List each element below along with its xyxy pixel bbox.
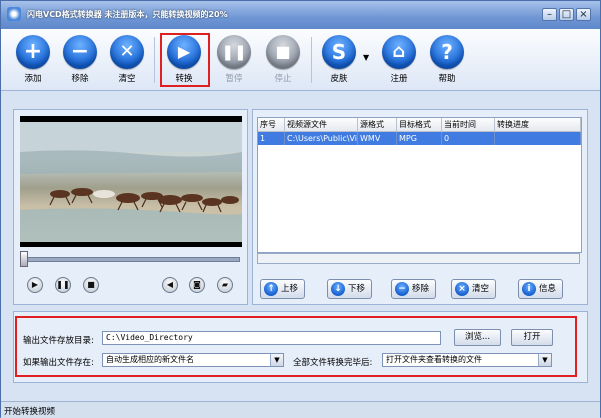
cell-index: 1 — [258, 131, 285, 145]
add-button[interactable]: + 添加 — [13, 33, 53, 88]
clear-label: 清空 — [118, 74, 136, 84]
toolbar: + 添加 − 移除 ✕ 清空 ▶ 转换 ❚❚ 暂停 ■ 停止 S 皮肤 ▼ ⌂ … — [1, 29, 600, 91]
app-icon — [7, 7, 21, 21]
toolbar-separator — [154, 37, 155, 83]
chevron-down-icon: ▼ — [270, 354, 283, 366]
seek-thumb[interactable] — [20, 251, 28, 267]
info-label: 信息 — [539, 284, 557, 294]
close-button[interactable]: × — [576, 8, 591, 21]
file-exists-value: 自动生成相应的新文件名 — [106, 355, 194, 364]
video-preview — [20, 116, 246, 247]
stop-icon[interactable]: ■ — [83, 277, 99, 293]
pause-icon[interactable]: ❚❚ — [55, 277, 71, 293]
maximize-button[interactable]: □ — [559, 8, 574, 21]
cell-source: C:\Users\Public\Vide... — [284, 131, 358, 145]
move-up-button[interactable]: ↑ 上移 — [260, 279, 305, 299]
app-window: 闪电VCD格式转换器 未注册版本，只能转换视频的20% – □ × + 添加 −… — [0, 0, 601, 418]
column-header[interactable]: 序号 — [258, 118, 285, 132]
cell-src-format: WMV — [357, 131, 397, 145]
pause-button[interactable]: ❚❚ 暂停 — [214, 33, 254, 88]
volume-icon[interactable]: ◀ — [162, 277, 178, 293]
output-dir-label: 输出文件存放目录: — [23, 336, 94, 346]
info-button[interactable]: i 信息 — [518, 279, 563, 299]
column-header[interactable]: 目标格式 — [396, 118, 442, 132]
after-convert-label: 全部文件转换完毕后: — [293, 358, 373, 368]
table-row[interactable]: 1 C:\Users\Public\Vide... WMV MPG 0 — [258, 131, 581, 145]
column-header[interactable]: 源格式 — [357, 118, 397, 132]
minimize-button[interactable]: – — [542, 8, 557, 21]
folder-icon[interactable]: ▰ — [217, 277, 233, 293]
pause-icon: ❚❚ — [217, 35, 251, 69]
stop-icon: ■ — [266, 35, 300, 69]
x-circle-icon: ✕ — [110, 35, 144, 69]
move-up-label: 上移 — [281, 284, 299, 294]
info-icon: i — [522, 282, 536, 296]
cell-time: 0 — [441, 131, 495, 145]
convert-highlight-box — [160, 33, 210, 87]
stop-label: 停止 — [274, 74, 292, 84]
add-label: 添加 — [24, 74, 42, 84]
register-button[interactable]: ⌂ 注册 — [379, 33, 419, 88]
minus-icon: − — [63, 35, 97, 69]
list-clear-button[interactable]: × 清空 — [451, 279, 496, 299]
open-folder-button[interactable]: 打开 — [511, 329, 553, 346]
column-header[interactable]: 视频源文件 — [284, 118, 358, 132]
help-button[interactable]: ? 帮助 — [427, 33, 467, 88]
skin-dropdown-arrow-icon[interactable]: ▼ — [363, 53, 369, 62]
move-down-button[interactable]: ↓ 下移 — [327, 279, 372, 299]
list-remove-label: 移除 — [412, 284, 430, 294]
chevron-down-icon: ▼ — [538, 354, 551, 366]
move-down-label: 下移 — [348, 284, 366, 294]
file-exists-select[interactable]: 自动生成相应的新文件名 ▼ — [102, 353, 284, 367]
help-icon: ? — [430, 35, 464, 69]
register-label: 注册 — [390, 74, 408, 84]
window-title: 闪电VCD格式转换器 未注册版本，只能转换视频的20% — [27, 10, 228, 19]
camera-icon[interactable]: ◙ — [189, 277, 205, 293]
file-exists-label: 如果输出文件存在: — [23, 358, 94, 368]
cell-dst-format: MPG — [396, 131, 442, 145]
column-header[interactable]: 转换进度 — [494, 118, 581, 132]
skin-s-icon: S — [322, 35, 356, 69]
down-arrow-icon: ↓ — [331, 282, 345, 296]
horizontal-scrollbar[interactable] — [257, 253, 580, 264]
clear-button[interactable]: ✕ 清空 — [107, 33, 147, 88]
column-header[interactable]: 当前时间 — [441, 118, 495, 132]
remove-label: 移除 — [71, 74, 89, 84]
after-convert-value: 打开文件夹查看转换的文件 — [386, 355, 482, 364]
skin-label: 皮肤 — [330, 74, 348, 84]
x-circle-icon: × — [455, 282, 469, 296]
play-icon[interactable]: ▶ — [27, 277, 43, 293]
home-icon: ⌂ — [382, 35, 416, 69]
stop-button[interactable]: ■ 停止 — [263, 33, 303, 88]
up-arrow-icon: ↑ — [264, 282, 278, 296]
horses-image — [20, 122, 246, 242]
minus-icon: − — [395, 282, 409, 296]
toolbar-separator — [311, 37, 312, 83]
remove-button[interactable]: − 移除 — [60, 33, 100, 88]
status-bar: 开始转换视频 — [1, 401, 600, 418]
title-bar[interactable]: 闪电VCD格式转换器 未注册版本，只能转换视频的20% – □ × — [1, 1, 600, 29]
seek-slider[interactable] — [23, 257, 240, 262]
help-label: 帮助 — [438, 74, 456, 84]
after-convert-select[interactable]: 打开文件夹查看转换的文件 ▼ — [382, 353, 552, 367]
browse-button[interactable]: 浏览... — [454, 329, 501, 346]
status-text: 开始转换视频 — [4, 407, 56, 417]
file-table[interactable]: 序号 视频源文件 源格式 目标格式 当前时间 转换进度 1 C:\Users\P… — [257, 117, 582, 253]
plus-icon: + — [16, 35, 50, 69]
list-remove-button[interactable]: − 移除 — [391, 279, 436, 299]
output-dir-field[interactable]: C:\Video_Directory — [102, 331, 441, 345]
pause-label: 暂停 — [225, 74, 243, 84]
table-header: 序号 视频源文件 源格式 目标格式 当前时间 转换进度 — [258, 118, 581, 132]
video-frame — [20, 122, 246, 242]
list-clear-label: 清空 — [472, 284, 490, 294]
cell-progress — [494, 131, 581, 145]
skin-button[interactable]: S 皮肤 — [319, 33, 359, 88]
